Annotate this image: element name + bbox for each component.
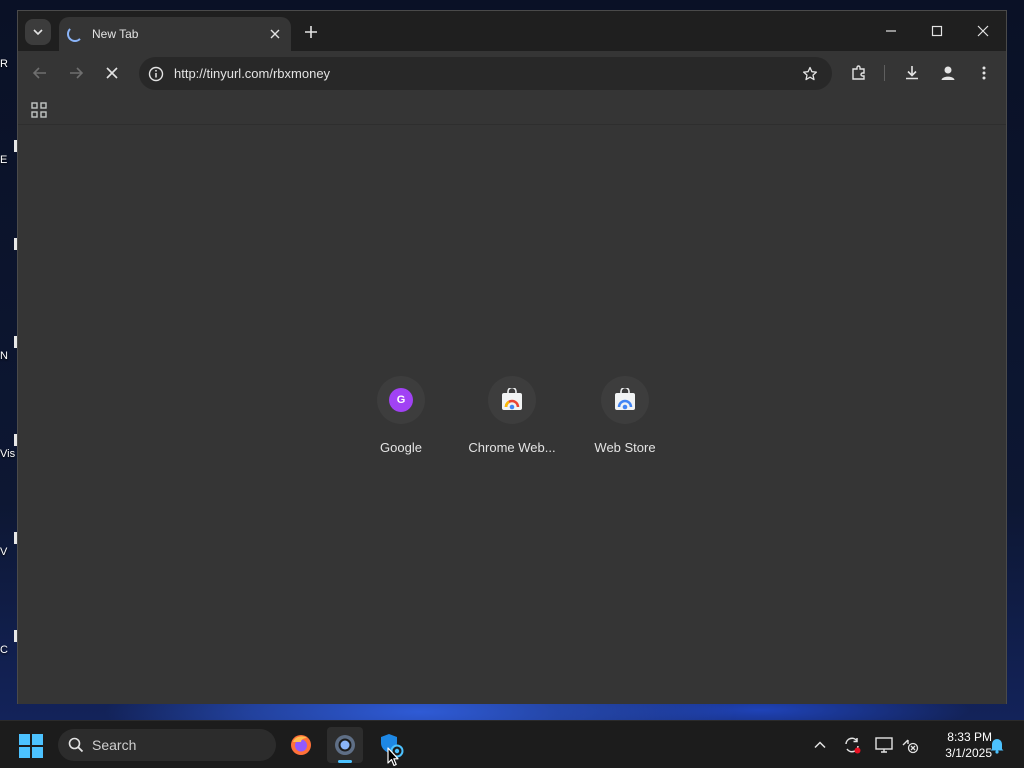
- network-off-icon: [902, 739, 919, 754]
- desktop-shortcut-label: R: [0, 58, 8, 70]
- new-tab-page: G Google Chrome Web... Web Store: [18, 126, 1006, 704]
- shortcut-tile-icon: [601, 376, 649, 424]
- desktop-shortcut[interactable]: E: [0, 140, 18, 166]
- sync-icon: [845, 737, 861, 754]
- show-hidden-icons-button[interactable]: [808, 733, 832, 757]
- shortcut-tile-label: Chrome Web...: [468, 440, 556, 455]
- bookmark-star-button[interactable]: [800, 64, 820, 84]
- shortcut-tile-chrome-web-store[interactable]: Chrome Web...: [456, 376, 568, 476]
- arrow-right-icon: [70, 67, 84, 79]
- address-bar[interactable]: http://tinyurl.com/rbxmoney: [139, 57, 832, 90]
- browser-toolbar: http://tinyurl.com/rbxmoney: [18, 51, 1006, 95]
- tray-display[interactable]: [872, 733, 896, 757]
- chrome-icon: [335, 735, 355, 755]
- desktop-shortcut[interactable]: V: [0, 532, 18, 558]
- plus-icon: [305, 26, 317, 38]
- google-favicon: G: [389, 388, 413, 412]
- close-window-button[interactable]: [960, 11, 1006, 51]
- puzzle-icon: [852, 65, 865, 80]
- star-icon: [802, 66, 818, 80]
- download-icon: [906, 66, 918, 80]
- taskbar: Search 8:33 PM 3/1/2025: [0, 720, 1024, 768]
- display-icon: [875, 737, 893, 753]
- person-icon: [941, 66, 955, 80]
- desktop-shortcut-label: Vis: [0, 448, 16, 460]
- taskbar-search[interactable]: Search: [58, 729, 276, 761]
- desktop-shortcut-label: V: [0, 546, 8, 558]
- desktop-shortcut[interactable]: R: [0, 58, 18, 70]
- taskbar-app-chrome[interactable]: [327, 727, 363, 763]
- apps-grid-icon: [31, 102, 47, 118]
- arrow-left-icon: [32, 67, 46, 79]
- desktop-shortcut[interactable]: [0, 238, 18, 252]
- menu-button[interactable]: [970, 59, 998, 87]
- desktop-shortcut[interactable]: Vis: [0, 434, 18, 460]
- desktop-shortcut-label: E: [0, 154, 8, 166]
- shortcut-tile-label: Google: [380, 440, 422, 455]
- shortcut-tile-icon: G: [377, 376, 425, 424]
- info-icon: [148, 66, 164, 81]
- firefox-icon: [291, 735, 311, 755]
- clock-date: 3/1/2025: [945, 746, 992, 760]
- site-info-button[interactable]: [146, 64, 166, 84]
- bell-icon: [990, 739, 1004, 754]
- maximize-button[interactable]: [914, 11, 960, 51]
- clock-time: 8:33 PM: [947, 730, 992, 744]
- chevron-down-icon: [33, 29, 43, 36]
- active-app-indicator: [338, 760, 352, 763]
- browser-window: New Tab http://tinyurl.com/rbxmoney G Go…: [17, 10, 1007, 704]
- apps-button[interactable]: [30, 101, 48, 119]
- forward-button[interactable]: [62, 59, 90, 87]
- extensions-button[interactable]: [845, 59, 873, 87]
- shortcut-tile-google[interactable]: G Google: [345, 376, 457, 476]
- minimize-button[interactable]: [868, 11, 914, 51]
- start-button[interactable]: [19, 734, 43, 758]
- chrome-web-store-icon: [502, 388, 522, 410]
- taskbar-search-label: Search: [92, 737, 137, 753]
- close-icon: [977, 25, 989, 37]
- desktop-shortcut-label: C: [0, 644, 8, 656]
- profile-button[interactable]: [934, 59, 962, 87]
- desktop-shortcut[interactable]: C: [0, 630, 18, 656]
- tab-strip: New Tab: [18, 11, 1006, 51]
- tray-sync[interactable]: [840, 733, 864, 757]
- desktop-shortcut-label: N: [0, 350, 8, 362]
- notifications-button[interactable]: [985, 733, 1009, 757]
- search-icon: [68, 737, 84, 753]
- new-tab-button[interactable]: [300, 21, 322, 43]
- clock[interactable]: 8:33 PM 3/1/2025: [922, 729, 992, 761]
- back-button[interactable]: [26, 59, 54, 87]
- tab-search-button[interactable]: [25, 19, 51, 45]
- chevron-up-icon: [814, 741, 826, 749]
- more-vertical-icon: [982, 66, 986, 80]
- mouse-cursor-icon: [387, 747, 399, 767]
- tab-new-tab[interactable]: New Tab: [59, 17, 291, 51]
- minimize-icon: [886, 30, 896, 32]
- tab-title: New Tab: [92, 27, 139, 41]
- chrome-web-store-icon: [615, 388, 635, 410]
- shortcut-tile-label: Web Store: [594, 440, 656, 455]
- loading-spinner-icon: [67, 26, 83, 42]
- tray-network[interactable]: [898, 733, 922, 757]
- close-icon: [270, 29, 280, 39]
- url-text[interactable]: http://tinyurl.com/rbxmoney: [174, 66, 800, 81]
- desktop-shortcut[interactable]: N: [0, 336, 18, 362]
- toolbar-separator: [884, 65, 885, 81]
- shortcut-tile-icon: [488, 376, 536, 424]
- taskbar-app-firefox[interactable]: [283, 727, 319, 763]
- close-icon: [106, 67, 118, 79]
- bookmarks-bar: [18, 95, 1006, 125]
- maximize-icon: [931, 25, 943, 37]
- shortcut-tile-web-store[interactable]: Web Store: [569, 376, 681, 476]
- downloads-button[interactable]: [898, 59, 926, 87]
- tab-close-button[interactable]: [267, 26, 283, 42]
- stop-loading-button[interactable]: [98, 59, 126, 87]
